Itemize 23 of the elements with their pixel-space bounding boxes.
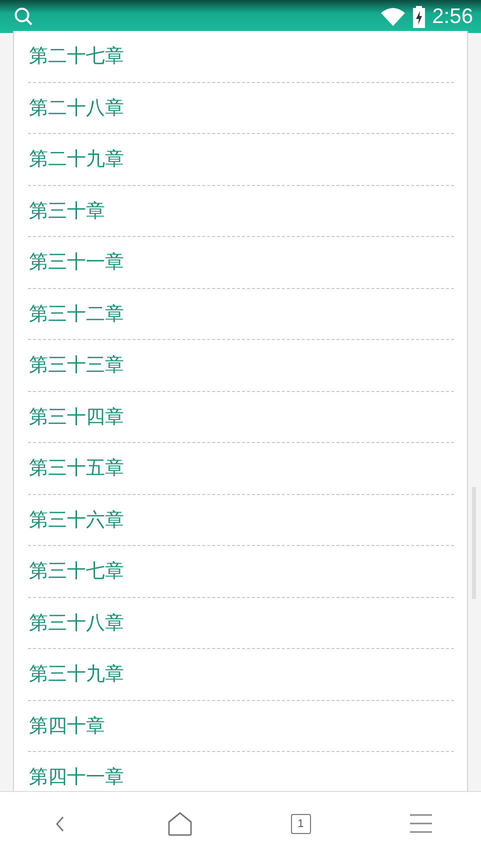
back-icon[interactable] [55, 816, 66, 832]
battery-icon [412, 6, 426, 28]
chapter-link[interactable]: 第三十三章 [28, 355, 124, 376]
chapter-link[interactable]: 第四十章 [28, 716, 105, 736]
chapter-link[interactable]: 第二十九章 [28, 149, 124, 170]
chapter-link[interactable]: 第三十一章 [28, 252, 124, 272]
chapter-link[interactable]: 第三十四章 [28, 406, 124, 427]
home-icon[interactable] [168, 812, 192, 836]
wifi-icon [380, 6, 406, 26]
tabs-button[interactable]: 1 [290, 814, 311, 834]
clock-time: 2:56 [432, 4, 473, 28]
chapter-link[interactable]: 第四十一章 [28, 767, 124, 788]
chapter-link[interactable]: 第三十九章 [28, 664, 124, 684]
chapter-link[interactable]: 第三十五章 [28, 458, 124, 478]
chapter-link[interactable]: 第三十二章 [28, 304, 124, 324]
chapter-link[interactable]: 第三十八章 [28, 612, 124, 633]
search-icon[interactable] [14, 7, 33, 26]
chapter-link[interactable]: 第三十六章 [28, 510, 124, 530]
chapter-link[interactable]: 第二十八章 [28, 98, 124, 118]
chapter-link[interactable]: 第二十七章 [28, 46, 124, 66]
chapter-link[interactable]: 第三十章 [28, 200, 105, 221]
chapter-link[interactable]: 第三十七章 [28, 561, 124, 582]
menu-icon[interactable] [410, 814, 432, 833]
